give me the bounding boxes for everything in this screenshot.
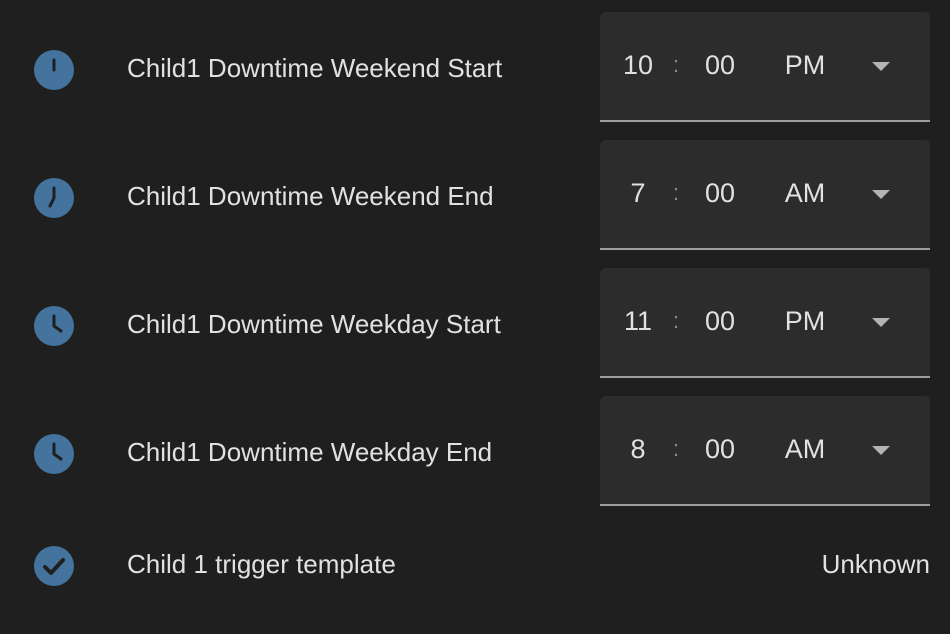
entity-state: Unknown xyxy=(821,549,930,579)
ampm-select[interactable]: PM xyxy=(775,49,835,81)
minute-field[interactable]: 00 xyxy=(690,433,750,465)
entity-name: Child1 Downtime Weekend Start xyxy=(127,53,503,83)
clock-eight-icon xyxy=(34,434,74,474)
time-separator: : xyxy=(672,52,680,77)
hour-field[interactable]: 11 xyxy=(608,305,668,337)
hour-field[interactable]: 7 xyxy=(608,177,668,209)
time-input-weekend-end[interactable]: 7 : 00 AM xyxy=(600,140,930,250)
clock-eleven-icon xyxy=(34,306,74,346)
clock-seven-icon xyxy=(34,178,74,218)
entity-name: Child1 Downtime Weekend End xyxy=(127,181,494,211)
minute-field[interactable]: 00 xyxy=(690,177,750,209)
clock-twelve-icon xyxy=(34,50,74,90)
entity-name: Child1 Downtime Weekday End xyxy=(127,437,493,467)
minute-field[interactable]: 00 xyxy=(690,49,750,81)
ampm-select[interactable]: PM xyxy=(775,305,835,337)
hour-field[interactable]: 8 xyxy=(608,433,668,465)
dropdown-arrow-icon[interactable] xyxy=(871,61,891,73)
ampm-select[interactable]: AM xyxy=(775,177,835,209)
check-icon xyxy=(34,546,74,586)
dropdown-arrow-icon[interactable] xyxy=(871,317,891,329)
minute-field[interactable]: 00 xyxy=(690,305,750,337)
entity-row-trigger-template[interactable]: Child 1 trigger template Unknown xyxy=(0,512,950,634)
time-input-weekday-end[interactable]: 8 : 00 AM xyxy=(600,396,930,506)
entity-row-weekend-end: Child1 Downtime Weekend End 7 : 00 AM xyxy=(0,128,950,256)
entity-row-weekday-end: Child1 Downtime Weekday End 8 : 00 AM xyxy=(0,384,950,512)
dropdown-arrow-icon[interactable] xyxy=(871,445,891,457)
time-separator: : xyxy=(672,180,680,205)
time-separator: : xyxy=(672,308,680,333)
entity-row-weekend-start: Child1 Downtime Weekend Start 10 : 00 PM xyxy=(0,0,950,128)
entity-name: Child1 Downtime Weekday Start xyxy=(127,309,501,339)
time-separator: : xyxy=(672,436,680,461)
time-input-weekend-start[interactable]: 10 : 00 PM xyxy=(600,12,930,122)
dropdown-arrow-icon[interactable] xyxy=(871,189,891,201)
time-input-weekday-start[interactable]: 11 : 00 PM xyxy=(600,268,930,378)
hour-field[interactable]: 10 xyxy=(608,49,668,81)
entity-row-weekday-start: Child1 Downtime Weekday Start 11 : 00 PM xyxy=(0,256,950,384)
ampm-select[interactable]: AM xyxy=(775,433,835,465)
entity-name: Child 1 trigger template xyxy=(127,549,396,579)
